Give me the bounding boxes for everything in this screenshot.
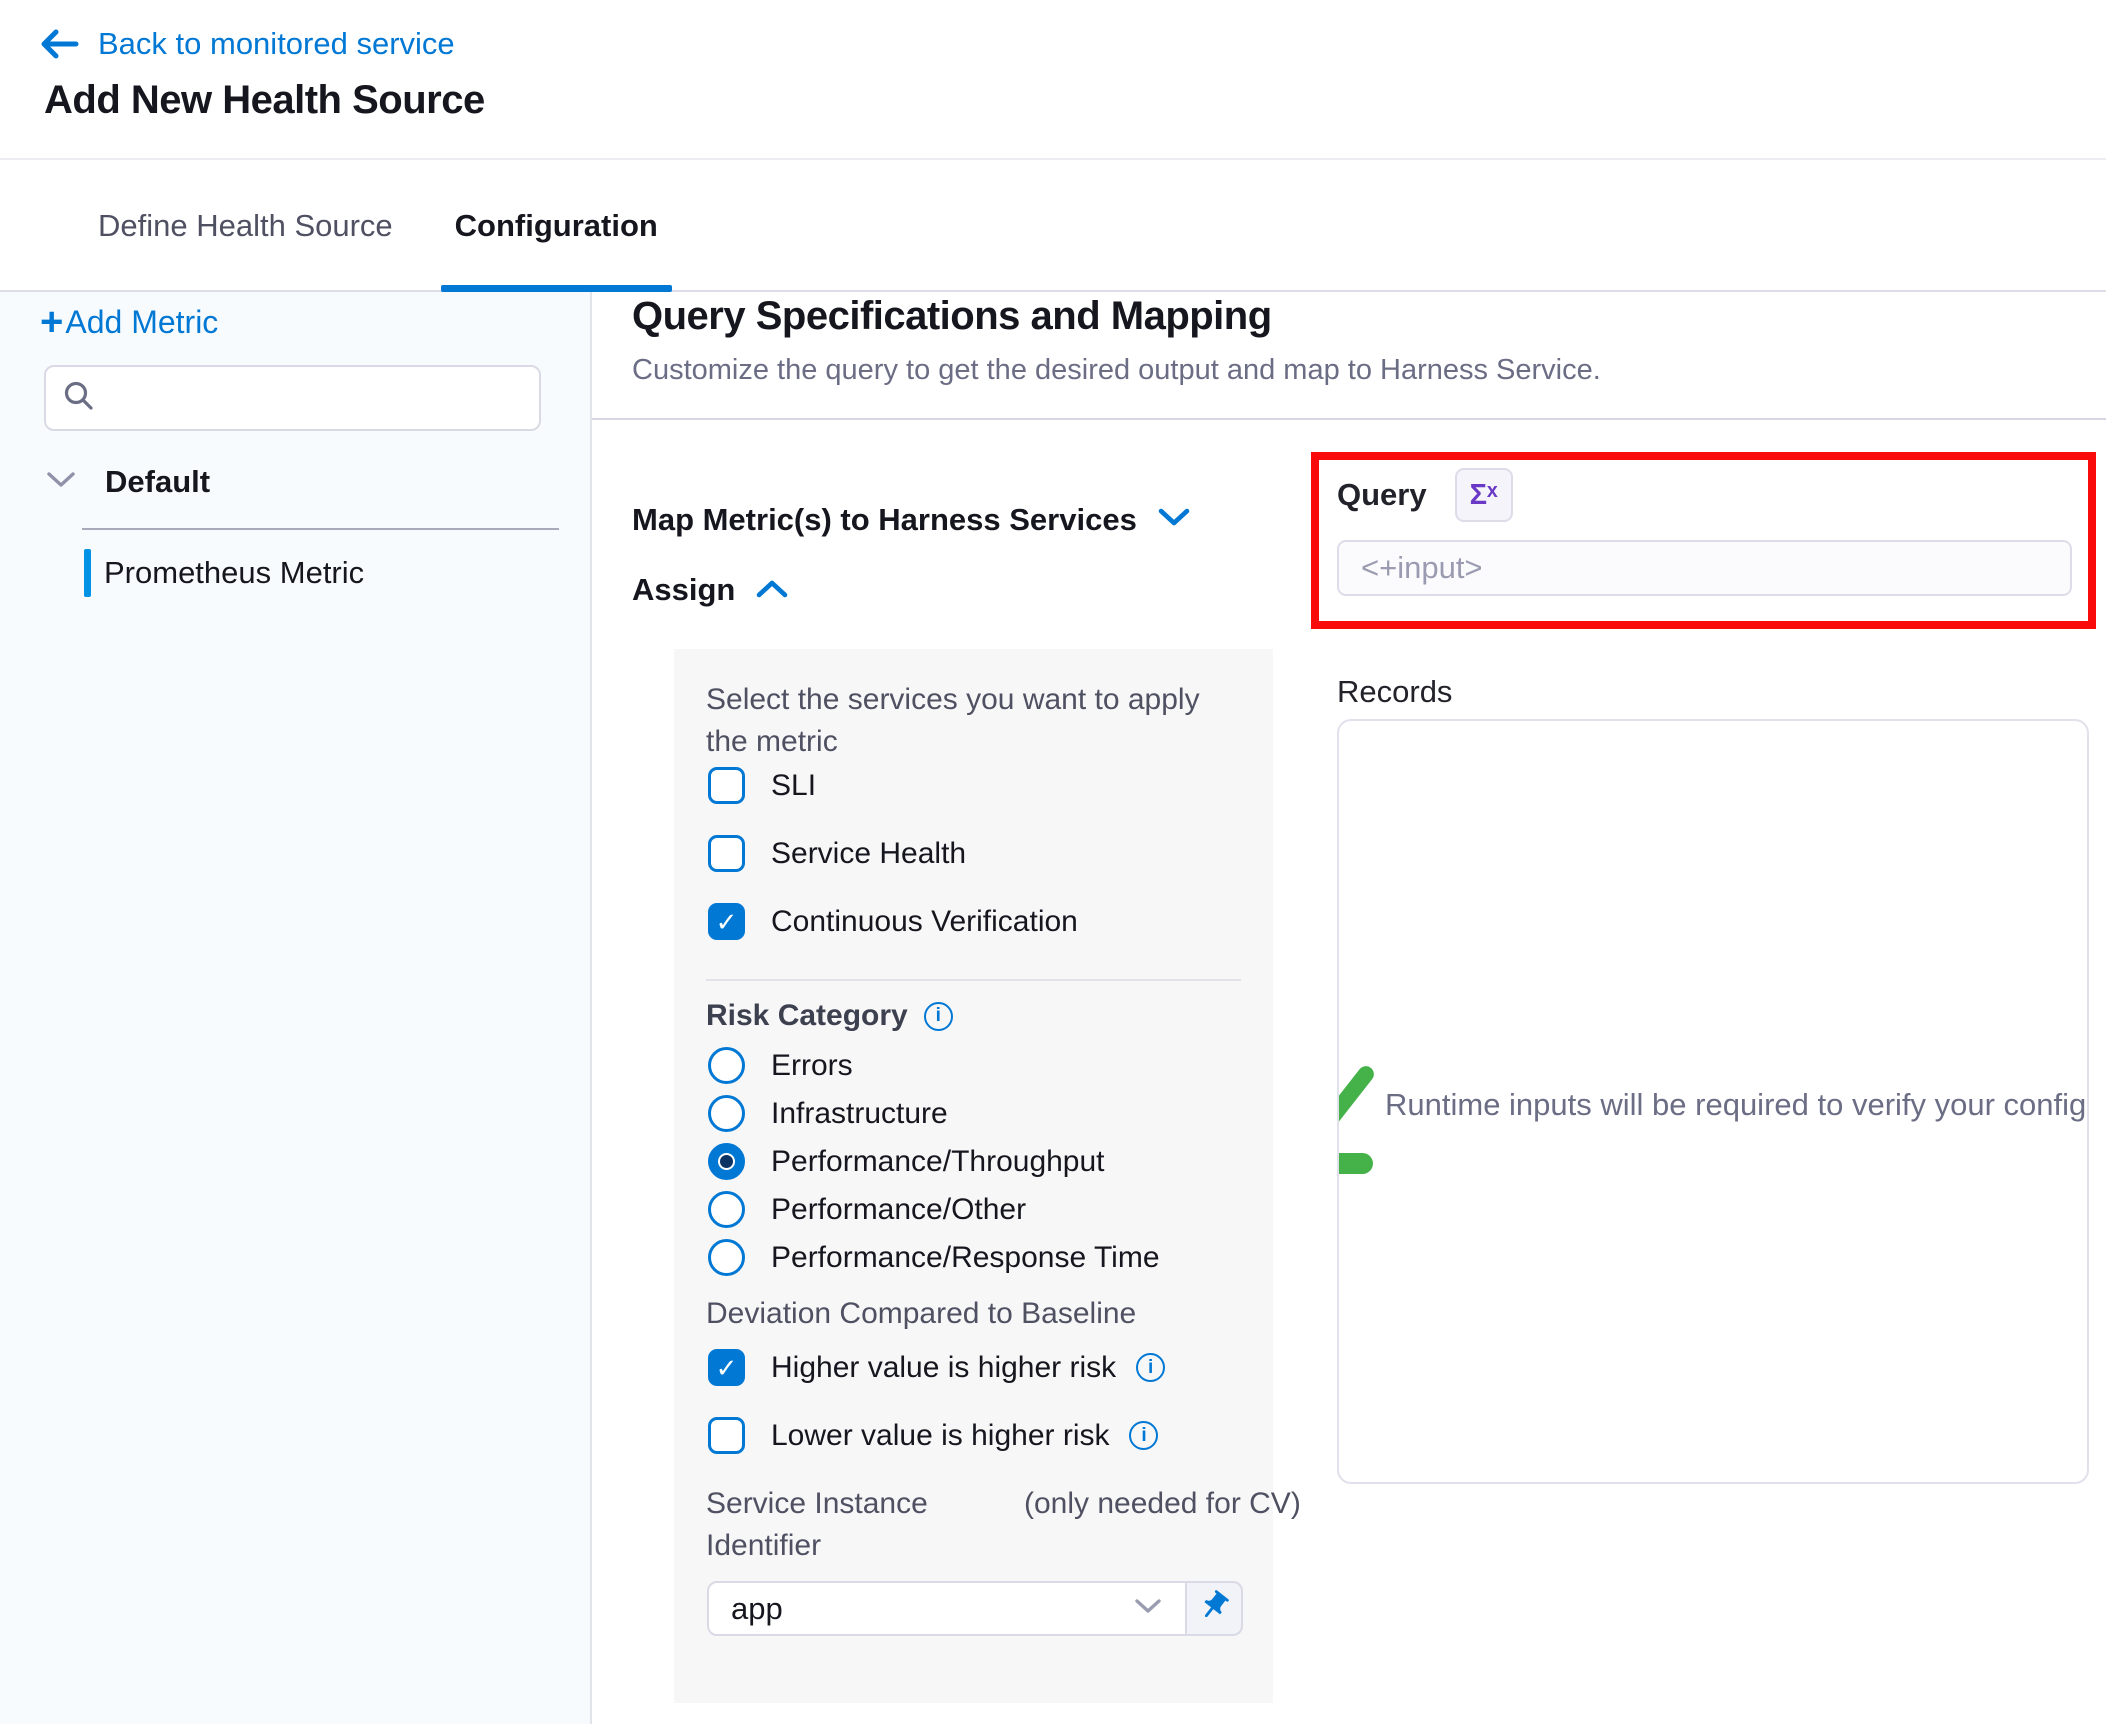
lower-value-checkbox[interactable] [708,1417,745,1454]
checkbox-row-service-health[interactable]: Service Health [708,835,966,872]
metric-group-label: Default [105,464,210,500]
tab-configuration[interactable]: Configuration [441,162,672,290]
radio-row-infrastructure[interactable]: Infrastructure [708,1095,948,1132]
pin-icon [1197,1589,1231,1628]
sli-label: SLI [771,769,816,803]
page-title: Add New Health Source [44,78,485,123]
assign-panel: Select the services you want to apply th… [674,649,1273,1703]
group-divider [82,528,559,530]
tab-bar: Define Health Source Configuration [0,162,2106,292]
checkbox-row-continuous-verification[interactable]: Continuous Verification [708,903,1078,940]
performance-throughput-radio[interactable] [708,1143,745,1180]
add-metric-label: Add Metric [65,304,218,341]
info-icon[interactable]: i [1129,1421,1158,1450]
metric-search-input[interactable] [110,382,523,415]
services-prompt: Select the services you want to apply th… [706,679,1226,763]
section-subtitle: Customize the query to get the desired o… [632,354,1601,387]
tab-define-health-source[interactable]: Define Health Source [84,162,407,290]
plus-icon: + [40,302,63,342]
search-icon [62,379,96,418]
deviation-label: Deviation Compared to Baseline [706,1297,1136,1331]
service-health-checkbox[interactable] [708,835,745,872]
page-header: Back to monitored service Add New Health… [0,0,2106,160]
query-input[interactable] [1337,540,2072,596]
lower-value-label: Lower value is higher risk [771,1419,1109,1453]
performance-response-time-label: Performance/Response Time [771,1241,1160,1275]
back-arrow-icon [38,26,82,62]
performance-response-time-radio[interactable] [708,1239,745,1276]
formula-button[interactable]: Σˣ [1455,468,1513,522]
selected-indicator [84,549,91,597]
performance-other-radio[interactable] [708,1191,745,1228]
back-link[interactable]: Back to monitored service [38,26,455,62]
performance-other-label: Performance/Other [771,1193,1026,1227]
chevron-down-icon [1133,1597,1163,1620]
radio-row-performance-other[interactable]: Performance/Other [708,1191,1026,1228]
service-instance-identifier-select[interactable]: app [707,1581,1187,1636]
checkbox-row-higher-value[interactable]: Higher value is higher risk i [708,1349,1165,1386]
continuous-verification-label: Continuous Verification [771,905,1078,939]
info-icon[interactable]: i [924,1002,953,1031]
assign-label: Assign [632,572,735,608]
map-metrics-label: Map Metric(s) to Harness Services [632,502,1137,538]
section-divider [592,418,2106,420]
service-instance-identifier-note: (only needed for CV) [1024,1483,1304,1525]
service-instance-identifier-value: app [731,1591,1133,1627]
runtime-message: Runtime inputs will be required to verif… [1385,1087,2089,1123]
query-label: Query [1337,477,1427,513]
performance-throughput-label: Performance/Throughput [771,1145,1105,1179]
pin-button[interactable] [1187,1581,1243,1636]
infrastructure-radio[interactable] [708,1095,745,1132]
assign-section-toggle[interactable]: Assign [632,572,789,608]
radio-row-errors[interactable]: Errors [708,1047,853,1084]
errors-radio[interactable] [708,1047,745,1084]
records-label: Records [1337,674,1452,710]
runtime-check-icon [1337,1153,1373,1174]
service-health-label: Service Health [771,837,966,871]
chevron-down-icon [1157,507,1191,534]
risk-category-header: Risk Category i [706,999,953,1033]
service-instance-identifier-label: Service Instance Identifier [706,1483,986,1567]
higher-value-label: Higher value is higher risk [771,1351,1116,1385]
higher-value-checkbox[interactable] [708,1349,745,1386]
back-link-label: Back to monitored service [98,26,455,62]
sli-checkbox[interactable] [708,767,745,804]
query-header: Query Σˣ [1337,468,1513,522]
metric-item-label: Prometheus Metric [104,555,364,591]
metrics-sidebar: + Add Metric Default Prometheus Metric [0,292,592,1724]
metric-group-default[interactable]: Default [0,452,590,512]
radio-row-performance-response-time[interactable]: Performance/Response Time [708,1239,1160,1276]
info-icon[interactable]: i [1136,1353,1165,1382]
runtime-check-icon [1337,1063,1377,1131]
panel-divider [706,979,1241,981]
records-panel: Runtime inputs will be required to verif… [1337,719,2089,1484]
chevron-down-icon [45,470,77,495]
checkbox-row-lower-value[interactable]: Lower value is higher risk i [708,1417,1158,1454]
infrastructure-label: Infrastructure [771,1097,948,1131]
chevron-up-icon [755,577,789,604]
section-title: Query Specifications and Mapping [632,294,1272,339]
map-metrics-section-toggle[interactable]: Map Metric(s) to Harness Services [632,502,1191,538]
continuous-verification-checkbox[interactable] [708,903,745,940]
errors-label: Errors [771,1049,853,1083]
service-instance-identifier-control: app [707,1581,1243,1636]
main-content: Query Specifications and Mapping Customi… [592,292,2106,1724]
sidebar-item-prometheus-metric[interactable]: Prometheus Metric [0,544,590,602]
risk-category-label: Risk Category [706,999,908,1033]
checkbox-row-sli[interactable]: SLI [708,767,816,804]
metric-search-box [44,365,541,431]
radio-row-performance-throughput[interactable]: Performance/Throughput [708,1143,1105,1180]
add-metric-button[interactable]: + Add Metric [40,302,218,342]
